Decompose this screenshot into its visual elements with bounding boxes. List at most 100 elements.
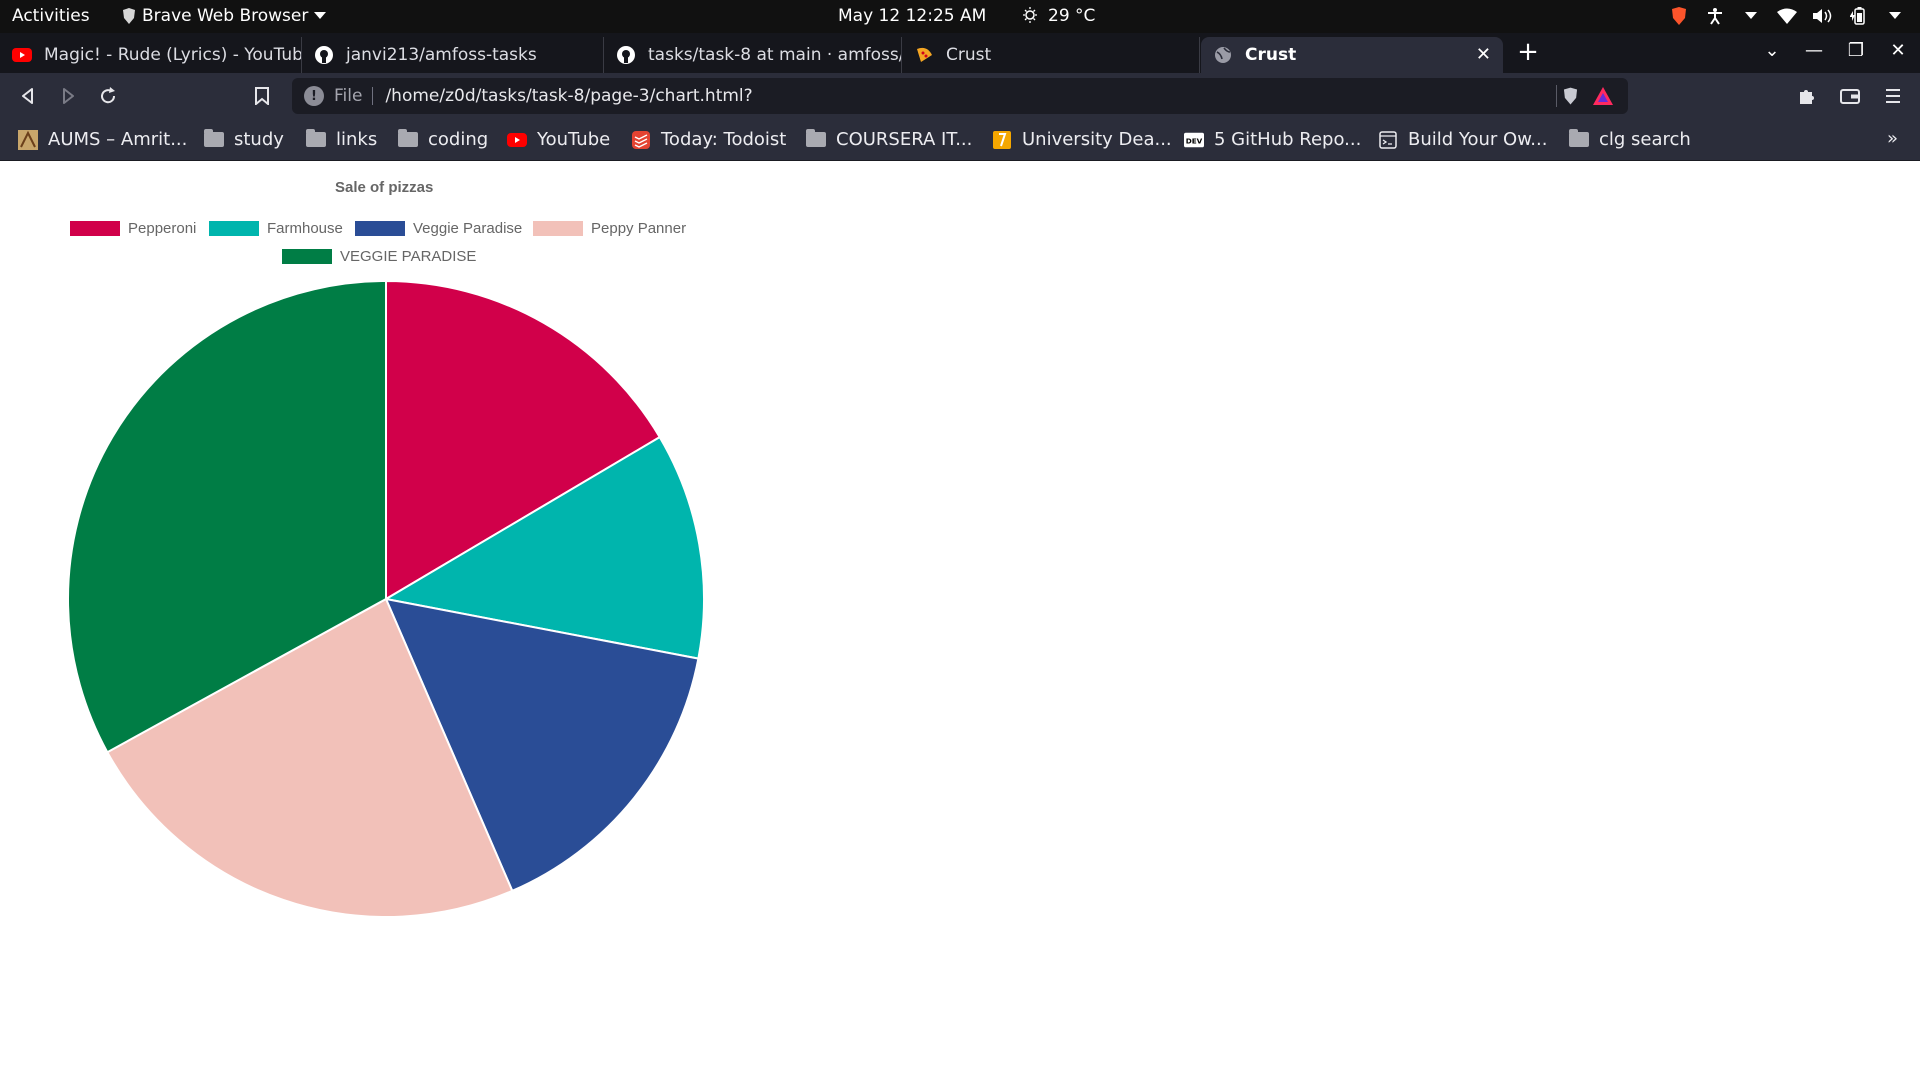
brave-shields-button[interactable] <box>1556 85 1578 107</box>
bookmark-label: AUMS – Amrit... <box>48 129 188 150</box>
folder-icon <box>1569 129 1589 149</box>
system-top-bar: Activities Brave Web Browser May 12 12:2… <box>0 0 1920 33</box>
wallet-icon <box>1840 89 1860 104</box>
bookmark-clg-search[interactable]: clg search <box>1569 129 1691 150</box>
youtube-icon <box>12 45 32 65</box>
back-arrow-icon <box>22 88 33 104</box>
battery-icon[interactable] <box>1848 5 1870 27</box>
bookmark-dev[interactable]: DEV 5 GitHub Repo... <box>1184 129 1361 150</box>
github-icon <box>616 45 636 65</box>
todoist-icon <box>631 130 651 149</box>
weather-indicator[interactable]: 29 °C <box>1022 6 1095 26</box>
bookmark-label: University Dea... <box>1022 129 1172 150</box>
back-button[interactable] <box>14 82 42 110</box>
menu-button[interactable] <box>1879 82 1907 110</box>
hamburger-menu-icon <box>1886 89 1900 103</box>
youtube-icon <box>507 131 527 149</box>
tab-title: janvi213/amfoss-tasks <box>346 45 537 65</box>
bookmark-coding[interactable]: coding <box>398 129 488 150</box>
folder-icon <box>306 129 326 149</box>
puzzle-icon <box>1800 90 1814 104</box>
volume-icon[interactable] <box>1812 5 1834 27</box>
folder-icon <box>806 129 826 149</box>
tab-title: Magic! - Rude (Lyrics) - YouTube <box>44 45 302 65</box>
pie-chart <box>67 279 705 918</box>
temperature-label: 29 °C <box>1048 6 1096 26</box>
bookmark-label: study <box>234 129 284 150</box>
reload-button[interactable] <box>94 82 122 110</box>
tab-title: tasks/task-8 at main · amfoss/tasks <box>648 45 901 65</box>
bookmark-label: YouTube <box>537 129 611 150</box>
brave-rewards-icon <box>1593 87 1613 105</box>
dev-icon: DEV <box>1184 131 1204 149</box>
terminal-icon <box>1378 130 1398 149</box>
tab-title: Crust <box>1245 45 1297 65</box>
github-icon <box>314 45 334 65</box>
activities-button[interactable]: Activities <box>12 6 90 26</box>
chevron-down-icon[interactable] <box>1740 5 1762 27</box>
bookmark-icon <box>255 87 269 105</box>
bookmark-university[interactable]: University Dea... <box>992 129 1172 150</box>
wallet-button[interactable] <box>1836 82 1864 110</box>
brave-lion-icon <box>123 8 135 24</box>
info-icon[interactable]: ! <box>304 86 324 106</box>
weather-sun-cloud-icon <box>1023 7 1037 23</box>
folder-icon <box>398 129 418 149</box>
more-bookmarks-chevron-icon[interactable]: » <box>1887 128 1898 149</box>
brave-rewards-button[interactable] <box>1592 85 1614 107</box>
new-tab-button[interactable]: + <box>1514 37 1542 67</box>
url-text[interactable]: /home/z0d/tasks/task-8/page-3/chart.html… <box>385 86 752 106</box>
bookmark-label: clg search <box>1599 129 1691 150</box>
forward-button[interactable] <box>54 82 82 110</box>
clock[interactable]: May 12 12:25 AM <box>838 6 986 26</box>
browser-toolbar: ! File /home/z0d/tasks/task-8/page-3/cha… <box>0 73 1920 119</box>
tab-search-chevron-icon[interactable]: ⌄ <box>1762 40 1782 61</box>
tab-task8-github[interactable]: tasks/task-8 at main · amfoss/tasks <box>604 37 902 73</box>
brave-shield-icon <box>1563 87 1578 105</box>
system-tray <box>1668 5 1906 27</box>
bookmark-youtube[interactable]: YouTube <box>507 129 610 150</box>
bookmark-label: COURSERA IT... <box>836 129 973 150</box>
globe-icon <box>1213 45 1233 65</box>
tab-crust-pizza[interactable]: Crust <box>902 37 1200 73</box>
close-window-icon[interactable]: ✕ <box>1888 40 1908 61</box>
chevron-down-icon <box>314 12 327 19</box>
restore-icon[interactable]: ❐ <box>1846 40 1866 61</box>
university-icon <box>992 130 1012 149</box>
bookmark-aums[interactable]: AUMS – Amrit... <box>18 129 187 150</box>
forward-arrow-icon <box>63 88 74 104</box>
bookmark-coursera[interactable]: COURSERA IT... <box>806 129 972 150</box>
bookmark-label: 5 GitHub Repo... <box>1214 129 1362 150</box>
address-bar[interactable]: ! File /home/z0d/tasks/task-8/page-3/cha… <box>292 78 1628 114</box>
bookmark-label: Build Your Ow... <box>1408 129 1548 150</box>
reload-icon <box>101 87 116 104</box>
svg-text:DEV: DEV <box>1186 136 1203 145</box>
bookmarks-bar: AUMS – Amrit... study links coding YouTu… <box>0 119 1920 161</box>
pizza-icon <box>914 45 934 65</box>
accessibility-icon[interactable] <box>1704 5 1726 27</box>
window-controls: ⌄ — ❐ ✕ <box>1762 40 1908 61</box>
minimize-icon[interactable]: — <box>1804 40 1824 61</box>
tab-strip: Magic! - Rude (Lyrics) - YouTube janvi21… <box>0 33 1920 73</box>
tab-title: Crust <box>946 45 992 65</box>
tab-crust-active[interactable]: Crust ✕ <box>1201 37 1503 73</box>
bookmark-build-your-own[interactable]: Build Your Ow... <box>1378 129 1547 150</box>
close-tab-icon[interactable]: ✕ <box>1476 44 1491 65</box>
app-menu-label: Brave Web Browser <box>142 6 309 26</box>
folder-icon <box>204 129 224 149</box>
extensions-button[interactable] <box>1793 82 1821 110</box>
app-menu[interactable]: Brave Web Browser <box>122 6 327 26</box>
tab-youtube-rude[interactable]: Magic! - Rude (Lyrics) - YouTube <box>0 37 302 73</box>
wifi-icon[interactable] <box>1776 5 1798 27</box>
page-content: Sale of pizzas Pepperoni Farmhouse Veggi… <box>0 161 1920 1080</box>
bookmark-study[interactable]: study <box>204 129 284 150</box>
bookmark-label: links <box>336 129 378 150</box>
bookmark-todoist[interactable]: Today: Todoist <box>631 129 786 150</box>
chevron-down-icon[interactable] <box>1884 5 1906 27</box>
tab-janvi-amfoss[interactable]: janvi213/amfoss-tasks <box>302 37 604 73</box>
bookmark-button[interactable] <box>248 82 276 110</box>
bookmark-label: Today: Todoist <box>661 129 787 150</box>
bookmark-links[interactable]: links <box>306 129 377 150</box>
aums-icon <box>18 129 38 150</box>
brave-tray-icon[interactable] <box>1668 5 1690 27</box>
